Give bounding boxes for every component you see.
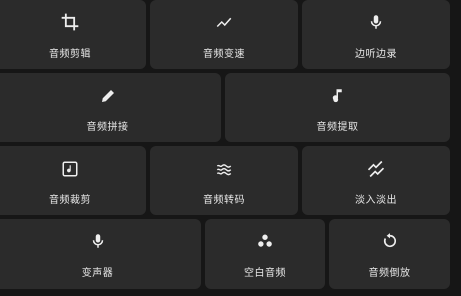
tool-silent-audio[interactable]: 空白音频 xyxy=(205,219,325,289)
tool-audio-cut[interactable]: 音频裁剪 xyxy=(0,146,146,215)
tool-audio-join[interactable]: 音频拼接 xyxy=(0,73,221,142)
three-dots-icon xyxy=(205,231,325,251)
tool-label: 空白音频 xyxy=(244,268,286,279)
tool-fade-in-out[interactable]: 淡入淡出 xyxy=(302,146,450,215)
tool-audio-extract[interactable]: 音频提取 xyxy=(225,73,450,142)
music-note-icon xyxy=(225,86,450,106)
mic-icon xyxy=(0,231,201,251)
music-box-icon xyxy=(0,159,146,179)
tool-listen-record[interactable]: 边听边录 xyxy=(302,0,450,69)
crop-icon xyxy=(0,12,146,32)
tool-audio-reverse[interactable]: 音频倒放 xyxy=(329,219,450,289)
tool-label: 音频拼接 xyxy=(86,122,129,133)
double-trend-icon xyxy=(302,159,450,179)
waves-icon xyxy=(150,159,298,179)
tool-audio-crop[interactable]: 音频剪辑 xyxy=(0,0,146,69)
tool-label: 音频转码 xyxy=(203,195,245,206)
tool-audio-convert[interactable]: 音频转码 xyxy=(150,146,298,215)
mic-icon xyxy=(302,12,450,32)
rotate-icon xyxy=(329,231,450,251)
tool-label: 音频裁剪 xyxy=(49,195,91,206)
tool-label: 淡入淡出 xyxy=(355,195,397,206)
tool-label: 边听边录 xyxy=(355,49,397,60)
tool-label: 音频提取 xyxy=(316,122,359,133)
pencil-icon xyxy=(0,86,221,106)
tool-label: 音频剪辑 xyxy=(49,49,91,60)
trending-up-icon xyxy=(150,12,298,32)
tool-label: 音频变速 xyxy=(203,49,245,60)
tool-audio-speed[interactable]: 音频变速 xyxy=(150,0,298,69)
tool-label: 变声器 xyxy=(81,268,114,279)
tool-voice-changer[interactable]: 变声器 xyxy=(0,219,201,289)
tool-label: 音频倒放 xyxy=(368,268,411,279)
